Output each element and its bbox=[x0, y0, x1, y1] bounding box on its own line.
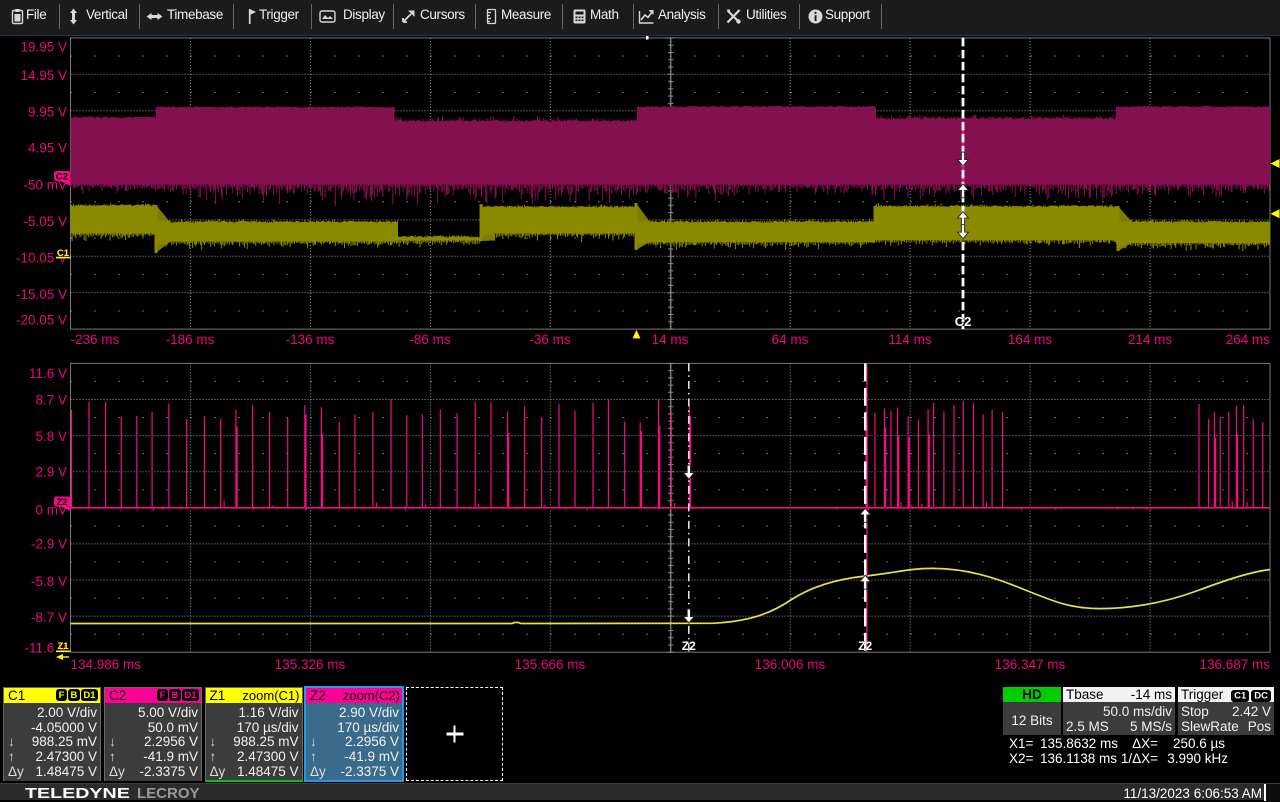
svg-text:214 ms: 214 ms bbox=[1128, 332, 1173, 347]
svg-text:Z2: Z2 bbox=[56, 497, 67, 508]
svg-text:Z2: Z2 bbox=[858, 639, 872, 653]
svg-text:-5.8 V: -5.8 V bbox=[31, 574, 67, 589]
svg-text:-2.9 V: -2.9 V bbox=[31, 537, 67, 552]
svg-text:-15.05 V: -15.05 V bbox=[16, 287, 67, 302]
svg-text:8.7 V: 8.7 V bbox=[35, 393, 67, 408]
svg-text:19.95 V: 19.95 V bbox=[20, 40, 67, 55]
svg-text:14.95 V: 14.95 V bbox=[20, 68, 67, 83]
svg-text:C2: C2 bbox=[56, 172, 68, 183]
svg-text:-5.05 V: -5.05 V bbox=[23, 214, 67, 229]
svg-text:-86 ms: -86 ms bbox=[409, 332, 451, 347]
svg-text:-20.05 V: -20.05 V bbox=[16, 313, 67, 328]
svg-text:164 ms: 164 ms bbox=[1008, 332, 1053, 347]
svg-text:-186 ms: -186 ms bbox=[166, 332, 215, 347]
svg-text:-236 ms: -236 ms bbox=[71, 332, 120, 347]
svg-text:C2: C2 bbox=[955, 314, 972, 329]
svg-text:Z2: Z2 bbox=[682, 639, 696, 653]
svg-text:-136 ms: -136 ms bbox=[286, 332, 335, 347]
svg-text:64 ms: 64 ms bbox=[772, 332, 809, 347]
svg-text:2.9 V: 2.9 V bbox=[35, 465, 67, 480]
svg-text:136.687 ms: 136.687 ms bbox=[1199, 657, 1270, 672]
svg-text:-36 ms: -36 ms bbox=[529, 332, 571, 347]
svg-text:Z1: Z1 bbox=[57, 641, 69, 652]
svg-text:136.006 ms: 136.006 ms bbox=[755, 657, 826, 672]
svg-text:136.347 ms: 136.347 ms bbox=[995, 657, 1066, 672]
svg-text:5.8 V: 5.8 V bbox=[35, 429, 67, 444]
svg-text:135.666 ms: 135.666 ms bbox=[515, 657, 586, 672]
svg-text:264 ms: 264 ms bbox=[1226, 332, 1271, 347]
svg-text:9.95 V: 9.95 V bbox=[28, 105, 67, 120]
svg-text:135.326 ms: 135.326 ms bbox=[275, 657, 346, 672]
svg-text:134.986 ms: 134.986 ms bbox=[71, 657, 142, 672]
svg-text:114 ms: 114 ms bbox=[888, 332, 932, 347]
svg-text:4.95 V: 4.95 V bbox=[28, 141, 67, 156]
svg-text:11.6 V: 11.6 V bbox=[29, 366, 67, 381]
svg-text:-8.7 V: -8.7 V bbox=[31, 610, 67, 625]
svg-text:14 ms: 14 ms bbox=[652, 332, 689, 347]
